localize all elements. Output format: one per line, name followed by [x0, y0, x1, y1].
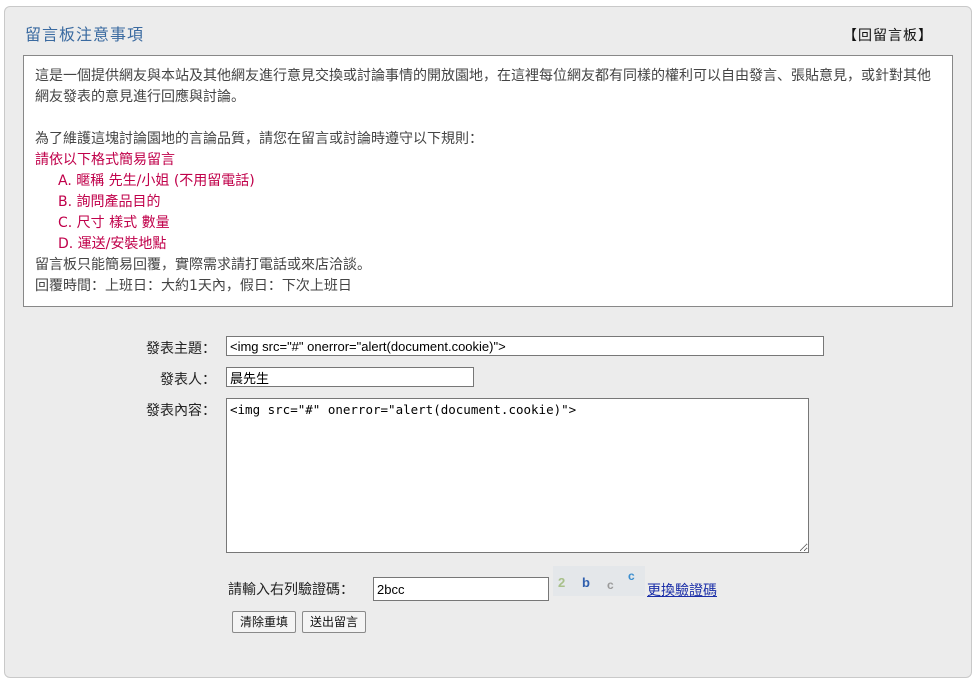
captcha-label: 請輸入右列驗證碼： [228, 582, 354, 598]
author-input[interactable] [226, 367, 474, 387]
notice-format-item: A. 暱稱 先生/小姐 (不用留電話) [58, 173, 255, 189]
captcha-image: 2 b c c [553, 566, 645, 596]
content-textarea[interactable]: <img src="#" onerror="alert(document.coo… [226, 398, 809, 553]
captcha-input[interactable] [373, 577, 549, 601]
submit-button[interactable]: 送出留言 [302, 611, 367, 633]
refresh-captcha-link[interactable]: 更換驗證碼 [647, 580, 717, 600]
author-label: 發表人： [160, 372, 216, 388]
notice-format-item: B. 詢問產品目的 [58, 194, 161, 210]
subject-label: 發表主題： [146, 341, 216, 357]
captcha-char: 2 [558, 575, 566, 590]
subject-input[interactable] [226, 336, 824, 356]
notice-format-item: D. 運送/安裝地點 [58, 236, 167, 252]
content-label: 發表內容： [146, 403, 216, 419]
notice-reply-note: 留言板只能簡易回覆，實際需求請打電話或來店洽談。 [35, 257, 371, 273]
page-title: 留言板注意事項 [25, 25, 145, 44]
captcha-char: b [582, 575, 590, 590]
notice-format-title: 請依以下格式簡易留言 [35, 152, 175, 168]
notice-intro: 這是一個提供網友與本站及其他網友進行意見交換或討論事情的開放園地，在這裡每位網友… [35, 68, 931, 105]
back-to-guestbook-link[interactable]: 【回留言板】 [843, 25, 933, 45]
captcha-char: c [607, 578, 614, 592]
notice-box: 這是一個提供網友與本站及其他網友進行意見交換或討論事情的開放園地，在這裡每位網友… [23, 55, 953, 307]
notice-reply-time: 回覆時間：上班日：大約1天內，假日：下次上班日 [35, 278, 352, 294]
clear-button[interactable]: 清除重填 [232, 611, 297, 633]
captcha-char: c [628, 569, 635, 583]
notice-rules-lead: 為了維護這塊討論園地的言論品質，請您在留言或討論時遵守以下規則： [35, 131, 483, 147]
notice-format-item: C. 尺寸 樣式 數量 [58, 215, 170, 231]
